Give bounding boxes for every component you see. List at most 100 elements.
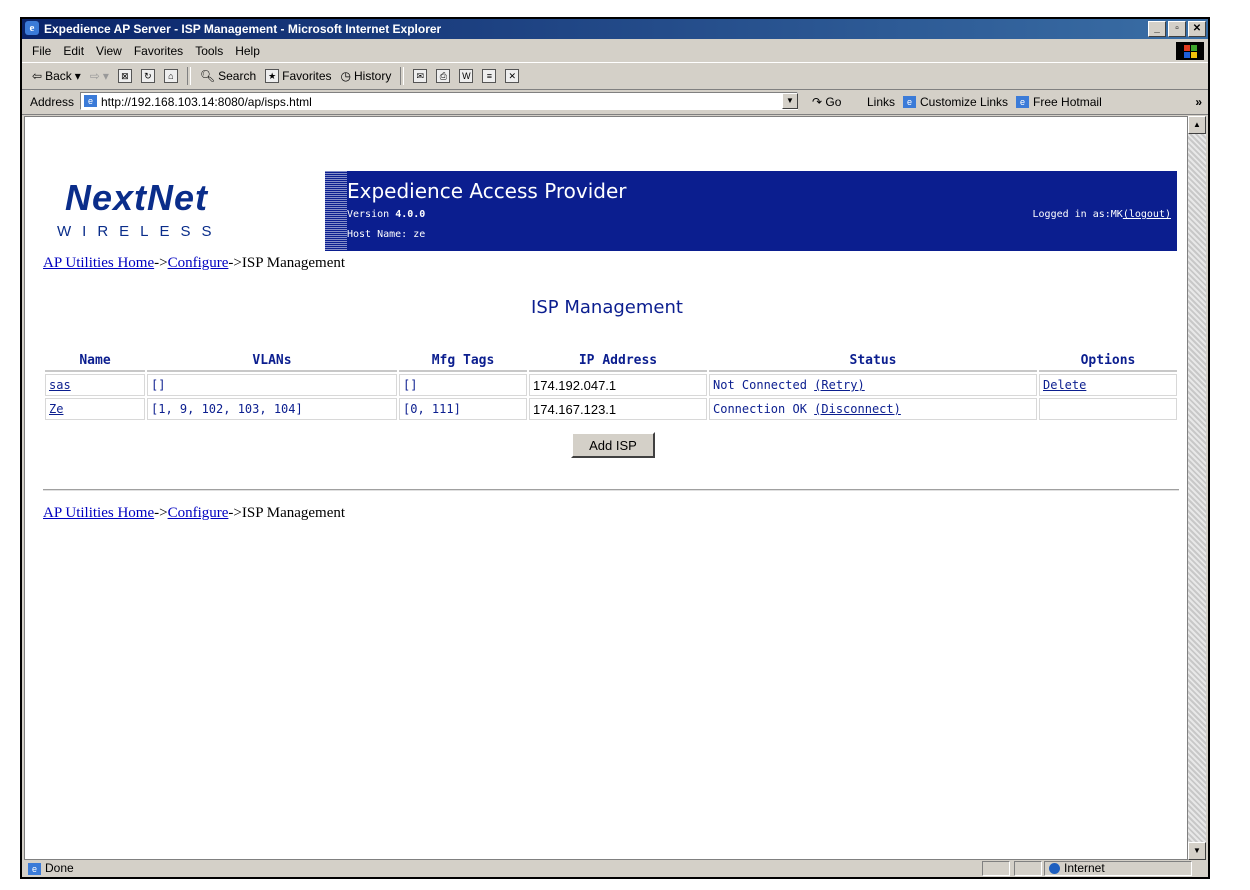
address-label: Address: [30, 95, 75, 109]
print-icon[interactable]: ⎙: [436, 69, 451, 83]
customize-links-link[interactable]: e Customize Links: [903, 90, 1008, 114]
menu-tools[interactable]: Tools: [195, 40, 223, 62]
logo-text: NextNet: [65, 177, 209, 218]
breadcrumb-configure-link[interactable]: Configure: [168, 255, 229, 271]
breadcrumb-current: ->ISP Management: [228, 505, 346, 521]
cell-mfg-tags: []: [399, 374, 527, 396]
vertical-scrollbar[interactable]: ▲ ▼: [1188, 116, 1206, 860]
favorites-button[interactable]: ★ Favorites: [265, 63, 332, 89]
menu-bar: File Edit View Favorites Tools Help: [22, 40, 1208, 63]
address-dropdown-button[interactable]: ▼: [782, 93, 798, 109]
header-status: Status: [709, 351, 1037, 372]
ie-icon: e: [25, 21, 39, 35]
window-title: Expedience AP Server - ISP Management - …: [44, 22, 442, 36]
disconnect-link[interactable]: (Disconnect): [814, 402, 901, 416]
menu-edit[interactable]: Edit: [63, 40, 84, 62]
isp-table: Name VLANs Mfg Tags IP Address Status Op…: [43, 349, 1179, 422]
home-icon[interactable]: ⌂: [163, 69, 178, 83]
cell-mfg-tags: [0, 111]: [399, 398, 527, 420]
version-number: 4.0.0: [395, 209, 426, 220]
cell-name: Ze: [45, 398, 145, 420]
header-bar: Expedience Access Provider Version 4.0.0…: [325, 171, 1177, 251]
cell-vlans: [1, 9, 102, 103, 104]: [147, 398, 397, 420]
cell-status: Not Connected (Retry): [709, 374, 1037, 396]
cell-ip: 174.167.123.1: [529, 398, 707, 420]
retry-link[interactable]: (Retry): [814, 378, 865, 392]
header-options: Options: [1039, 351, 1177, 372]
links-label[interactable]: Links: [867, 90, 895, 114]
status-text: e Done: [28, 860, 74, 877]
search-button[interactable]: 🔍︎ Search: [200, 63, 256, 89]
cell-options: [1039, 398, 1177, 420]
breadcrumb-bottom: AP Utilities Home->Configure->ISP Manage…: [43, 505, 346, 521]
page-title: ISP Management: [531, 297, 683, 318]
isp-name-link[interactable]: Ze: [49, 402, 63, 416]
globe-icon: [1049, 863, 1060, 874]
refresh-icon[interactable]: ↻: [140, 69, 155, 83]
page-icon: e: [903, 96, 917, 108]
breadcrumb-configure-link[interactable]: Configure: [168, 505, 229, 521]
version-line: Version 4.0.0: [347, 209, 426, 220]
breadcrumb: AP Utilities Home->Configure->ISP Manage…: [43, 255, 346, 271]
windows-logo-icon: [1176, 42, 1204, 60]
delete-link[interactable]: Delete: [1043, 378, 1086, 392]
maximize-button[interactable]: ▫: [1168, 21, 1186, 37]
address-bar: Address e http://192.168.103.14:8080/ap/…: [22, 90, 1208, 115]
dropdown-icon: ▾: [74, 69, 81, 83]
cell-name: sas: [45, 374, 145, 396]
history-button[interactable]: ◷ History: [341, 63, 392, 89]
status-pane: [1014, 861, 1042, 876]
address-input[interactable]: e http://192.168.103.14:8080/ap/isps.htm…: [80, 92, 798, 110]
logout-link[interactable]: (logout): [1123, 209, 1171, 220]
edit-icon[interactable]: W: [459, 69, 474, 83]
table-row: Ze [1, 9, 102, 103, 104] [0, 111] 174.16…: [45, 398, 1177, 420]
messenger-icon[interactable]: ✕: [505, 69, 520, 83]
cell-status: Connection OK (Disconnect): [709, 398, 1037, 420]
divider: [43, 489, 1179, 491]
breadcrumb-home-link[interactable]: AP Utilities Home: [43, 255, 154, 271]
back-button[interactable]: ⇦ Back ▾: [32, 63, 81, 89]
back-arrow-icon: ⇦: [32, 69, 43, 83]
chevron-more-icon[interactable]: »: [1195, 90, 1202, 114]
header-dither: [325, 171, 347, 251]
address-url: http://192.168.103.14:8080/ap/isps.html: [101, 95, 312, 109]
page-content: NextNet WIRELESS Expedience Access Provi…: [24, 116, 1188, 860]
free-hotmail-link[interactable]: e Free Hotmail: [1016, 90, 1102, 114]
isp-name-link[interactable]: sas: [49, 378, 71, 392]
menu-view[interactable]: View: [96, 40, 122, 62]
menu-favorites[interactable]: Favorites: [134, 40, 183, 62]
scroll-down-arrow-icon[interactable]: ▼: [1188, 842, 1206, 860]
add-isp-button[interactable]: Add ISP: [571, 432, 655, 458]
toolbar-separator: [400, 67, 405, 85]
search-icon: 🔍︎: [199, 69, 216, 83]
app-title: Expedience Access Provider: [347, 179, 627, 203]
minimize-button[interactable]: _: [1148, 21, 1166, 37]
mail-icon[interactable]: ✉: [413, 69, 428, 83]
toolbar-separator: [186, 67, 191, 85]
cell-ip: 174.192.047.1: [529, 374, 707, 396]
host-name: Host Name: ze: [347, 229, 426, 240]
standard-toolbar: ⇦ Back ▾ ⇨ ▾ ⊠ ↻ ⌂ 🔍︎ Search ★ Favorites ◷ His…: [22, 63, 1208, 90]
status-pane: [982, 861, 1010, 876]
cell-options: Delete: [1039, 374, 1177, 396]
header-ip-address: IP Address: [529, 351, 707, 372]
table-row: sas [] [] 174.192.047.1 Not Connected (R…: [45, 374, 1177, 396]
breadcrumb-home-link[interactable]: AP Utilities Home: [43, 505, 154, 521]
breadcrumb-current: ->ISP Management: [228, 255, 346, 271]
header-name: Name: [45, 351, 145, 372]
menu-file[interactable]: File: [32, 40, 51, 62]
stop-icon[interactable]: ⊠: [117, 69, 132, 83]
scroll-up-arrow-icon[interactable]: ▲: [1188, 116, 1206, 134]
forward-button[interactable]: ⇨ ▾: [90, 63, 109, 89]
page-icon: e: [28, 862, 41, 875]
security-zone: Internet: [1044, 861, 1192, 876]
forward-arrow-icon: ⇨: [89, 69, 100, 83]
close-button[interactable]: ✕: [1188, 21, 1206, 37]
nextnet-logo: NextNet WIRELESS: [25, 171, 325, 251]
menu-help[interactable]: Help: [235, 40, 260, 62]
header-mfg-tags: Mfg Tags: [399, 351, 527, 372]
go-button[interactable]: ↷ Go: [812, 90, 841, 114]
discuss-icon[interactable]: ≡: [482, 69, 497, 83]
go-arrow-icon: ↷: [812, 95, 823, 109]
page-icon: e: [84, 95, 97, 107]
